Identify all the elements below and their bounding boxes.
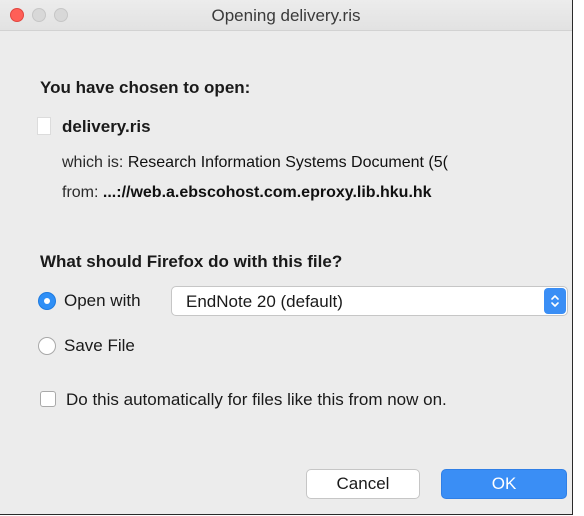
title-bar[interactable]: Opening delivery.ris bbox=[0, 0, 572, 31]
file-source-label: from: bbox=[62, 184, 99, 201]
window-title: Opening delivery.ris bbox=[211, 6, 361, 25]
application-select[interactable]: EndNote 20 (default) bbox=[171, 286, 568, 316]
action-question: What should Firefox do with this file? bbox=[40, 252, 343, 271]
dialog-window: Opening delivery.ris You have chosen to … bbox=[0, 0, 573, 515]
cancel-button[interactable]: Cancel bbox=[306, 469, 420, 499]
file-type-value: Research Information Systems Document (5… bbox=[127, 154, 448, 171]
file-name: delivery.ris bbox=[62, 117, 151, 136]
auto-action-checkbox[interactable] bbox=[40, 391, 56, 407]
ok-button[interactable]: OK bbox=[441, 469, 567, 499]
file-type-label: which is: bbox=[62, 154, 124, 171]
file-source-value: ...://web.a.ebscohost.com.eproxy.lib.hku… bbox=[102, 184, 432, 201]
chevron-up-down-icon[interactable] bbox=[544, 288, 566, 314]
open-with-label[interactable]: Open with bbox=[64, 291, 141, 311]
file-icon bbox=[37, 117, 51, 135]
file-type-row: which is: Research Information Systems D… bbox=[62, 154, 448, 172]
application-select-value: EndNote 20 (default) bbox=[186, 292, 343, 311]
save-file-label[interactable]: Save File bbox=[64, 336, 135, 356]
auto-action-label[interactable]: Do this automatically for files like thi… bbox=[66, 390, 447, 410]
file-source-row: from: ...://web.a.ebscohost.com.eproxy.l… bbox=[62, 184, 432, 202]
dialog-heading: You have chosen to open: bbox=[40, 78, 251, 97]
save-file-radio[interactable] bbox=[38, 337, 56, 355]
open-with-radio[interactable] bbox=[38, 292, 56, 310]
